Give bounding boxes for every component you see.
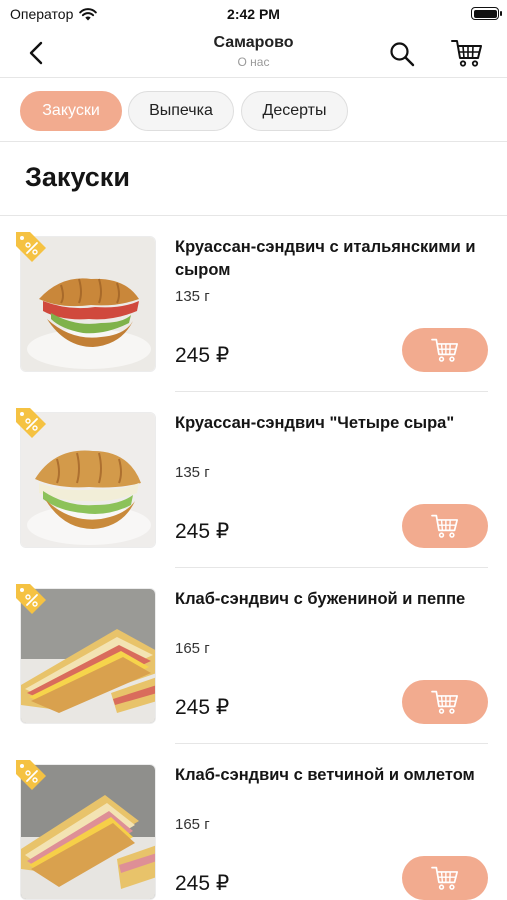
back-button[interactable] — [24, 40, 48, 66]
product-card[interactable]: Круассан-сэндвич с итальянскими и сыром … — [0, 216, 507, 392]
category-chip-snacks[interactable]: Закуски — [20, 91, 122, 131]
category-tabs: Закуски Выпечка Десерты — [0, 79, 507, 142]
status-bar: Оператор 2:42 PM — [0, 0, 507, 28]
battery-icon — [471, 7, 502, 20]
product-price: 245 ₽ — [175, 696, 230, 719]
product-name: Клаб-сэндвич с ветчиной и омлетом — [175, 766, 475, 784]
cart-icon — [431, 690, 458, 714]
discount-tag-icon — [16, 760, 46, 790]
add-to-cart-button[interactable] — [402, 328, 488, 372]
product-card[interactable]: Круассан-сэндвич "Четыре сыра" 135 г 245… — [0, 392, 507, 568]
section-title: Закуски — [25, 162, 130, 192]
add-to-cart-button[interactable] — [402, 680, 488, 724]
product-name: Круассан-сэндвич "Четыре сыра" — [175, 414, 455, 432]
product-price: 245 ₽ — [175, 872, 230, 895]
add-to-cart-button[interactable] — [402, 504, 488, 548]
discount-tag-icon — [16, 584, 46, 614]
chevron-left-icon — [29, 41, 43, 65]
category-chip-pastry[interactable]: Выпечка — [128, 91, 234, 131]
cart-icon — [431, 338, 458, 362]
product-name: Клаб-сэндвич с бужениной и пеппе — [175, 590, 466, 608]
product-weight: 135 г — [175, 288, 210, 305]
add-to-cart-button[interactable] — [402, 856, 488, 900]
about-link[interactable]: О нас — [0, 55, 507, 69]
product-price: 245 ₽ — [175, 520, 230, 543]
discount-tag-icon — [16, 232, 46, 262]
product-price: 245 ₽ — [175, 344, 230, 367]
discount-tag-icon — [16, 408, 46, 438]
category-chip-desserts[interactable]: Десерты — [241, 91, 348, 131]
search-button[interactable] — [388, 40, 416, 68]
product-card[interactable]: Клаб-сэндвич с ветчиной и омлетом 165 г … — [0, 744, 507, 900]
nav-titles: Самарово О нас — [0, 34, 507, 69]
page-title: Самарово — [213, 34, 294, 51]
product-card[interactable]: Клаб-сэндвич с бужениной и пеппе 165 г 2… — [0, 568, 507, 744]
product-weight: 135 г — [175, 464, 210, 481]
cart-icon — [431, 866, 458, 890]
cart-icon — [451, 40, 482, 67]
clock: 2:42 PM — [227, 6, 280, 22]
product-weight: 165 г — [175, 816, 210, 833]
cart-button[interactable] — [450, 38, 484, 68]
product-name: Круассан-сэндвич с итальянскими и сыром — [175, 238, 476, 279]
cart-icon — [431, 514, 458, 538]
navigation-bar: Самарово О нас — [0, 28, 507, 78]
search-icon — [390, 42, 415, 67]
product-weight: 165 г — [175, 640, 210, 657]
